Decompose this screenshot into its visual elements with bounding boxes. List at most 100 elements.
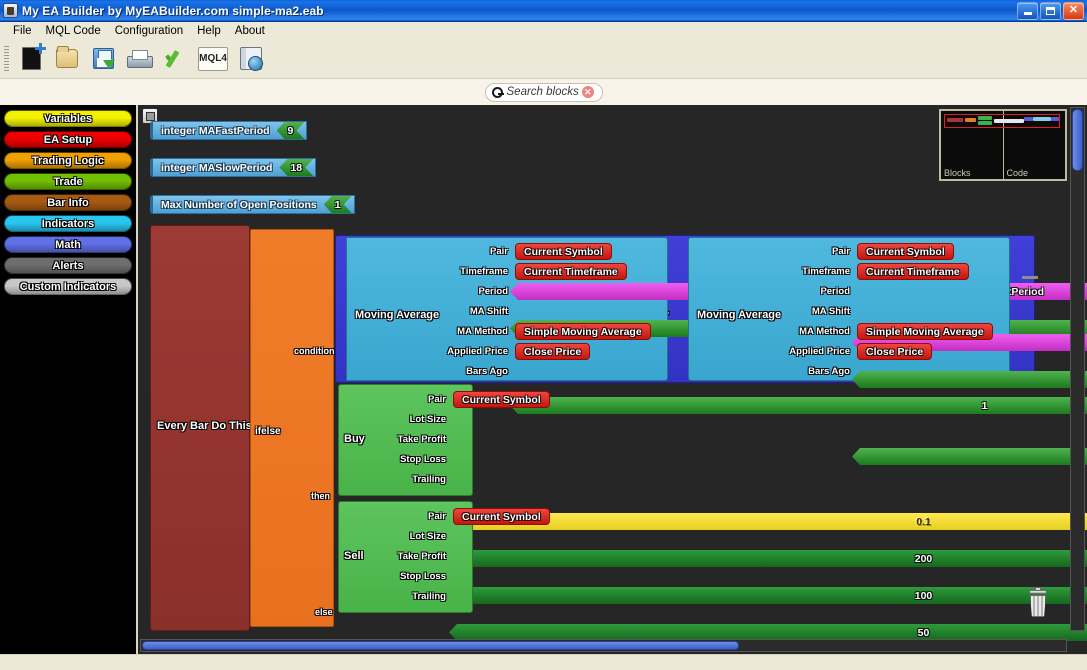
variable-block-max-open-positions[interactable]: Max Number of Open Positions 1 (150, 195, 355, 214)
sidebar-item-trading-logic[interactable]: Trading Logic (4, 152, 132, 169)
param-value-ma-method[interactable]: Simple Moving Average (857, 323, 993, 340)
param-value-timeframe[interactable]: Current Timeframe (515, 263, 627, 280)
canvas-surface[interactable]: integer MAFastPeriod 9 integer MASlowPer… (138, 105, 1087, 654)
sidebar-item-trade[interactable]: Trade (4, 173, 132, 190)
sidebar-item-alerts[interactable]: Alerts (4, 257, 132, 274)
param-value-ma-method[interactable]: Simple Moving Average (515, 323, 651, 340)
search-input[interactable]: Search blocks ✕ (484, 82, 603, 102)
print-button[interactable] (122, 42, 156, 76)
app-body: Variables EA Setup Trading Logic Trade B… (0, 105, 1087, 654)
toolbar: MQL4 (0, 39, 1087, 79)
horizontal-scroll-thumb[interactable] (142, 641, 739, 650)
param-label-trailing: Trailing (412, 474, 446, 485)
close-button[interactable]: ✕ (1063, 1, 1084, 20)
restore-button[interactable] (1040, 1, 1061, 20)
ifelse-label: ifelse (255, 426, 281, 437)
variable-block-mafastperiod[interactable]: integer MAFastPeriod 9 (150, 121, 308, 140)
variable-value-socket[interactable]: 18 (279, 159, 313, 176)
menu-item-about[interactable]: About (228, 24, 272, 38)
save-icon (92, 48, 115, 69)
key-icon (491, 86, 504, 98)
param-label-stop-loss: Stop Loss (400, 454, 446, 465)
param-value-pair[interactable]: Current Symbol (453, 391, 550, 408)
minimap-label-blocks: Blocks (944, 168, 971, 178)
new-file-button[interactable] (14, 42, 48, 76)
validate-button[interactable] (158, 42, 192, 76)
print-icon (127, 49, 153, 68)
sidebar-item-ea-setup[interactable]: EA Setup (4, 131, 132, 148)
sell-title: Sell (344, 550, 364, 562)
title-bar: My EA Builder by MyEABuilder.com simple-… (0, 0, 1087, 22)
menu-item-mql-code[interactable]: MQL Code (39, 24, 108, 38)
param-value-timeframe[interactable]: Current Timeframe (857, 263, 969, 280)
param-value-take-profit[interactable]: 200 (449, 550, 1087, 567)
vertical-scrollbar[interactable] (1070, 107, 1085, 631)
save-button[interactable] (86, 42, 120, 76)
param-label-bars-ago: Bars Ago (808, 366, 850, 377)
param-label-ma-shift: MA Shift (811, 306, 850, 317)
minimize-button[interactable] (1017, 1, 1038, 20)
variable-label: Max Number of Open Positions (161, 198, 317, 211)
param-label-applied-price: Applied Price (789, 346, 850, 357)
param-label-timeframe: Timeframe (802, 266, 850, 277)
app-icon (3, 3, 18, 18)
every-bar-do-this-label: Every Bar Do This (157, 420, 252, 432)
validate-check-icon (163, 48, 187, 70)
param-label-pair: Pair (490, 246, 508, 257)
variable-value-socket[interactable]: 9 (277, 122, 305, 139)
minimap[interactable]: Blocks Code (939, 109, 1067, 181)
param-label-take-profit: Take Profit (397, 551, 446, 562)
param-value-bars-ago[interactable]: 1 (852, 448, 1087, 465)
menu-item-configuration[interactable]: Configuration (108, 24, 190, 38)
window-title: My EA Builder by MyEABuilder.com simple-… (22, 3, 324, 18)
param-label-ma-method: MA Method (799, 326, 850, 337)
sidebar-item-indicators[interactable]: Indicators (4, 215, 132, 232)
variable-label: integer MAFastPeriod (161, 124, 270, 137)
param-label-pair: Pair (428, 511, 446, 522)
variable-block-maslowperiod[interactable]: integer MASlowPeriod 18 (150, 158, 317, 177)
menu-item-help[interactable]: Help (190, 24, 228, 38)
horizontal-scrollbar[interactable] (140, 639, 1067, 652)
param-label-trailing: Trailing (412, 591, 446, 602)
ifelse-then-label: then (311, 491, 330, 501)
param-value-pair[interactable]: Current Symbol (515, 243, 612, 260)
param-value-pair[interactable]: Current Symbol (857, 243, 954, 260)
block-canvas[interactable]: integer MAFastPeriod 9 integer MASlowPer… (138, 105, 1087, 654)
menu-item-file[interactable]: File (6, 24, 39, 38)
sidebar-item-bar-info[interactable]: Bar Info (4, 194, 132, 211)
param-value-pair[interactable]: Current Symbol (453, 508, 550, 525)
param-value-stop-loss[interactable]: 100 (449, 587, 1087, 604)
param-label-pair: Pair (832, 246, 850, 257)
param-value-ma-shift[interactable]: 0 (852, 371, 1087, 388)
param-label-take-profit: Take Profit (397, 434, 446, 445)
param-label-ma-shift: MA Shift (469, 306, 508, 317)
moving-average-title-right: Moving Average (697, 309, 782, 321)
connector-tab (1022, 276, 1038, 279)
library-button[interactable] (234, 42, 268, 76)
minimap-pane-blocks[interactable]: Blocks (941, 111, 1060, 179)
param-label-period: Period (478, 286, 508, 297)
mql4-button[interactable]: MQL4 (194, 42, 232, 76)
sidebar-item-custom-indicators[interactable]: Custom Indicators (4, 278, 132, 295)
toolbar-grip[interactable] (4, 45, 9, 72)
variable-value-socket[interactable]: 1 (324, 196, 352, 213)
param-label-pair: Pair (428, 394, 446, 405)
param-value-bars-ago[interactable]: 1 (510, 397, 1087, 414)
search-row: Search blocks ✕ (0, 79, 1087, 105)
minimap-label-code: Code (1006, 168, 1029, 178)
param-label-lot-size: Lot Size (409, 414, 446, 425)
minimap-pane-code[interactable]: Code (1004, 111, 1066, 179)
open-file-button[interactable] (50, 42, 84, 76)
mql4-icon: MQL4 (198, 46, 228, 71)
trash-icon[interactable] (1025, 587, 1051, 618)
param-value-applied-price[interactable]: Close Price (515, 343, 591, 360)
param-value-applied-price[interactable]: Close Price (857, 343, 933, 360)
param-label-bars-ago: Bars Ago (466, 366, 508, 377)
sidebar-item-math[interactable]: Math (4, 236, 132, 253)
search-placeholder: Search blocks (506, 86, 579, 98)
sidebar-item-variables[interactable]: Variables (4, 110, 132, 127)
category-sidebar: Variables EA Setup Trading Logic Trade B… (0, 105, 138, 654)
clear-search-icon[interactable]: ✕ (581, 86, 594, 98)
param-label-period: Period (820, 286, 850, 297)
vertical-scroll-thumb[interactable] (1072, 109, 1083, 171)
